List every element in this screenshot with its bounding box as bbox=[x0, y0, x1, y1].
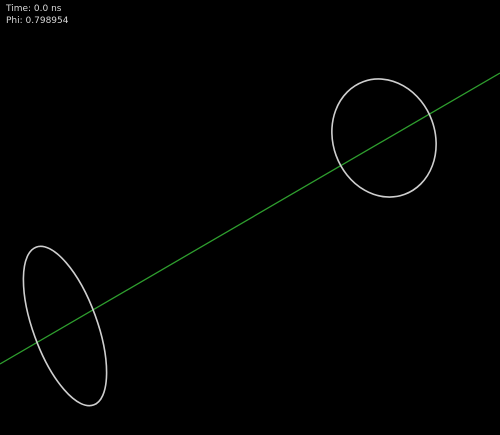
scene-canvas bbox=[0, 72, 500, 407]
upper-ring bbox=[331, 78, 437, 198]
simulation-viewport[interactable]: Time: 0.0 ns Phi: 0.798954 bbox=[0, 0, 500, 435]
beam-line bbox=[0, 72, 500, 365]
